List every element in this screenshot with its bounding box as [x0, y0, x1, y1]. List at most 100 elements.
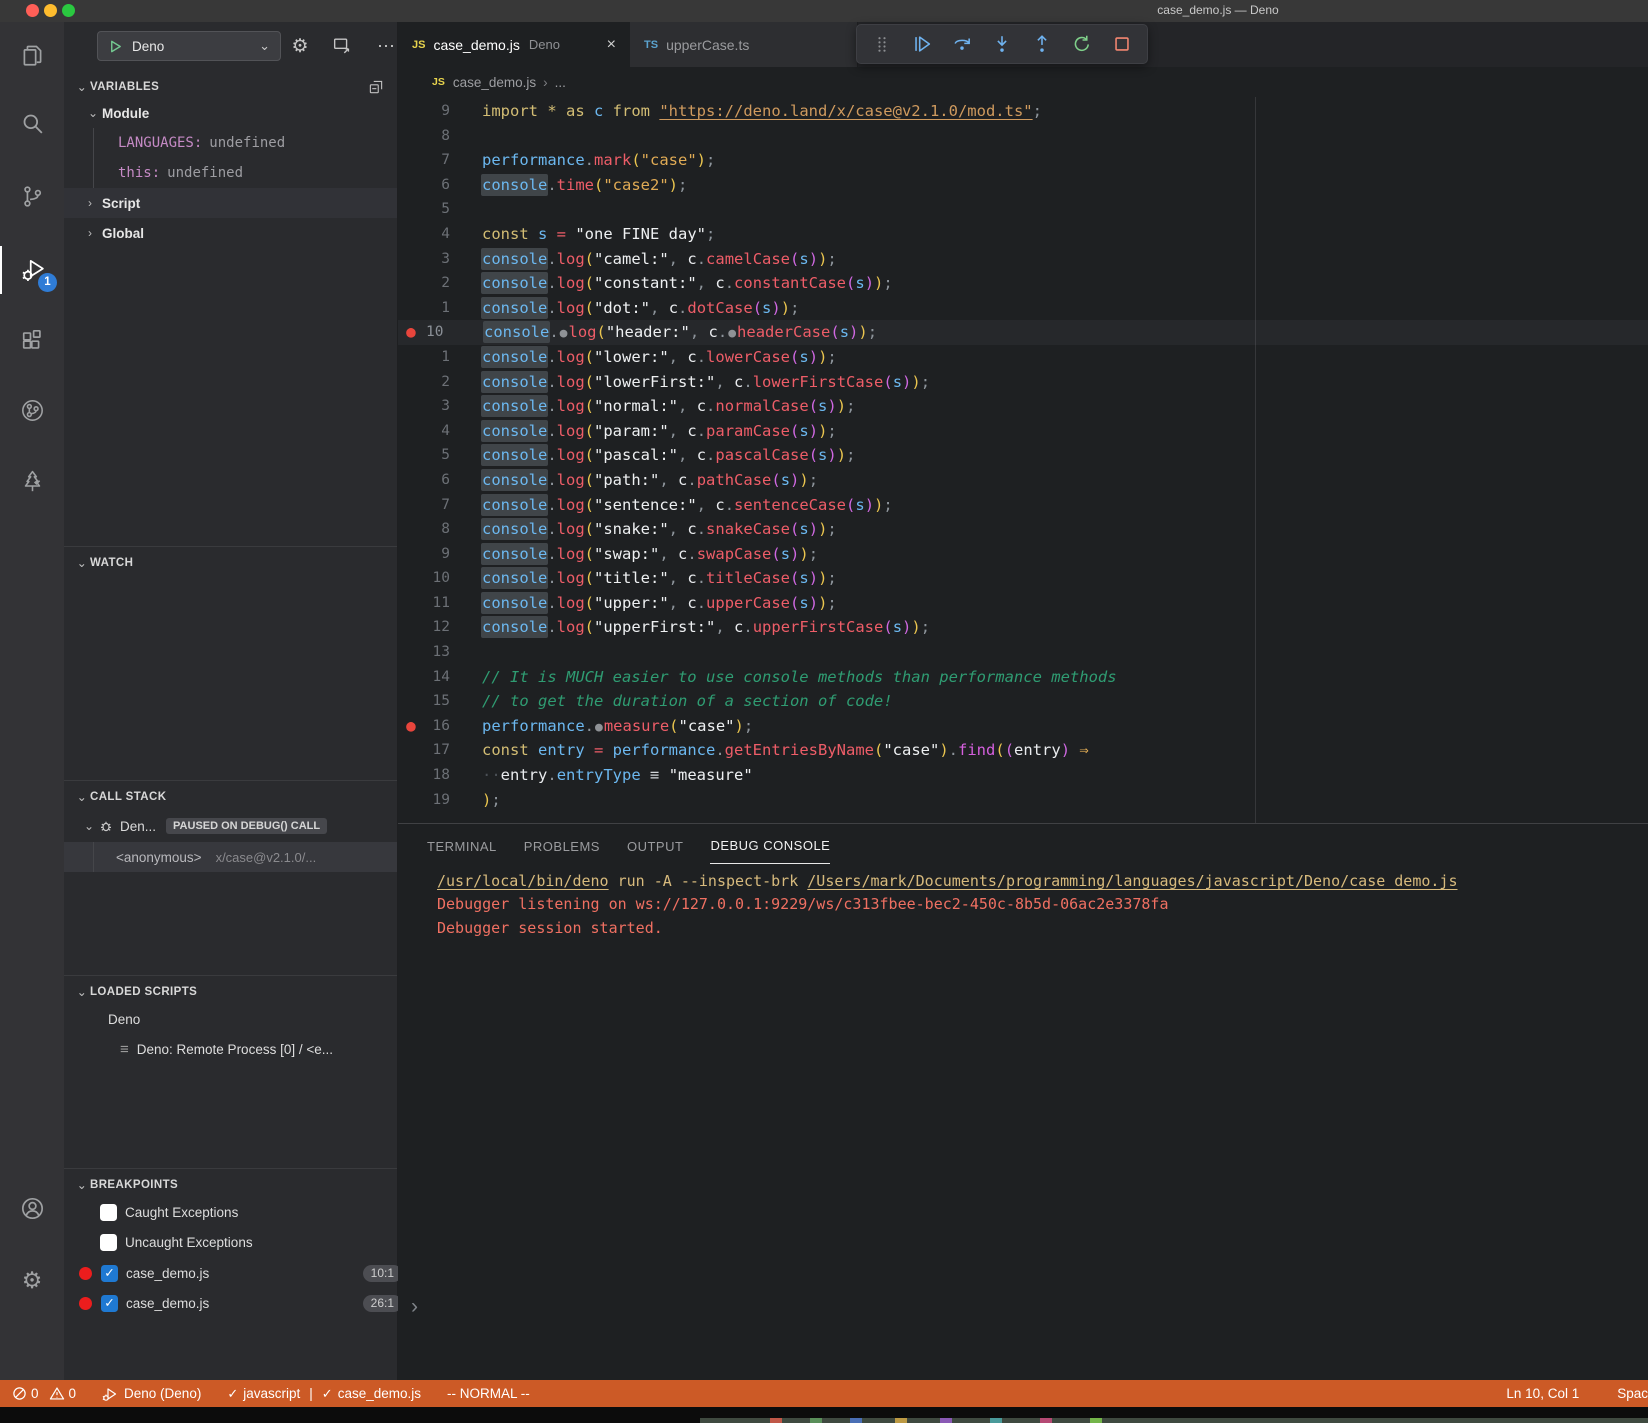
gutter-space[interactable] — [398, 296, 424, 321]
code-line[interactable]: 1console.log("dot:", c.dotCase(s)); — [398, 296, 1648, 321]
gutter-space[interactable] — [398, 124, 424, 149]
start-debug-icon[interactable] — [108, 39, 123, 54]
code-line[interactable]: 18··entry.entryType ≡ "measure" — [398, 763, 1648, 788]
gutter-space[interactable] — [398, 345, 424, 370]
loaded-script-root[interactable]: Deno — [64, 1004, 441, 1034]
tab-uppercase-ts[interactable]: TS upperCase.ts — [630, 22, 858, 67]
gutter-breakpoint-dot[interactable]: ● — [398, 714, 424, 739]
gutter-space[interactable] — [398, 271, 424, 296]
watch-section-header[interactable]: ⌄ WATCH — [64, 550, 397, 576]
code-line[interactable]: 3console.log("camel:", c.camelCase(s)); — [398, 247, 1648, 272]
panel-tab-problems[interactable]: PROBLEMS — [524, 839, 600, 864]
search-icon[interactable] — [0, 99, 64, 147]
code-line[interactable]: 9console.log("swap:", c.swapCase(s)); — [398, 542, 1648, 567]
code-line[interactable]: 15// to get the duration of a section of… — [398, 689, 1648, 714]
code-line[interactable]: 6console.time("case2"); — [398, 173, 1648, 198]
code-line[interactable]: ●16performance.●measure("case"); — [398, 714, 1648, 739]
checkbox-checked[interactable]: ✓ — [101, 1295, 118, 1312]
continue-button[interactable] — [907, 29, 937, 59]
panel-tab-output[interactable]: OUTPUT — [627, 839, 683, 864]
step-over-button[interactable] — [947, 29, 977, 59]
gutter-space[interactable] — [398, 763, 424, 788]
loaded-scripts-section-header[interactable]: ⌄ LOADED SCRIPTS — [64, 979, 397, 1005]
gutter-space[interactable] — [398, 665, 424, 690]
code-line[interactable]: 12console.log("upperFirst:", c.upperFirs… — [398, 615, 1648, 640]
collapse-all-icon[interactable] — [367, 78, 385, 96]
breakpoints-section-header[interactable]: ⌄ BREAKPOINTS — [64, 1172, 397, 1198]
code-line[interactable]: 10console.log("title:", c.titleCase(s)); — [398, 566, 1648, 591]
gutter-space[interactable] — [398, 247, 424, 272]
language-status[interactable]: ✓ javascript | ✓ case_demo.js — [227, 1386, 421, 1402]
gutter-space[interactable] — [398, 640, 424, 665]
breadcrumb-file[interactable]: case_demo.js — [453, 75, 536, 90]
code-line[interactable]: 1console.log("lower:", c.lowerCase(s)); — [398, 345, 1648, 370]
code-line[interactable]: 19); — [398, 788, 1648, 813]
step-out-button[interactable] — [1027, 29, 1057, 59]
indentation-status[interactable]: Spac — [1617, 1386, 1648, 1401]
gutter-space[interactable] — [398, 517, 424, 542]
console-link[interactable]: /Users/mark/Documents/programming/langua… — [807, 872, 1457, 890]
code-line[interactable]: 14// It is MUCH easier to use console me… — [398, 665, 1648, 690]
checkbox-checked[interactable]: ✓ — [101, 1265, 118, 1282]
code-line[interactable]: 7performance.mark("case"); — [398, 148, 1648, 173]
variable-row[interactable]: this: undefined — [64, 158, 451, 188]
code-line[interactable]: 2console.log("lowerFirst:", c.lowerFirst… — [398, 370, 1648, 395]
gutter-space[interactable] — [398, 566, 424, 591]
code-line[interactable]: 13 — [398, 640, 1648, 665]
run-and-debug-icon[interactable]: 1 — [0, 246, 66, 294]
debug-console-icon[interactable] — [330, 34, 354, 58]
code-line[interactable]: 5 — [398, 197, 1648, 222]
tree-item-module[interactable]: ⌄ Module — [64, 98, 397, 128]
panel-tab-debug-console[interactable]: DEBUG CONSOLE — [710, 838, 830, 864]
gutter-breakpoint-dot[interactable]: ● — [398, 320, 424, 345]
code-line[interactable]: 17const entry = performance.getEntriesBy… — [398, 738, 1648, 763]
loaded-script-item[interactable]: ≡ Deno: Remote Process [0] / <e... — [64, 1034, 453, 1064]
code-line-current[interactable]: ●10console.●log("header:", c.●headerCase… — [398, 320, 1648, 345]
checkbox-unchecked[interactable] — [100, 1204, 117, 1221]
more-actions-icon[interactable]: ⋯ — [374, 34, 398, 58]
gutter-space[interactable] — [398, 99, 424, 124]
console-link[interactable]: /usr/local/bin/deno — [437, 872, 609, 890]
step-into-button[interactable] — [987, 29, 1017, 59]
code-line[interactable]: 2console.log("constant:", c.constantCase… — [398, 271, 1648, 296]
gutter-space[interactable] — [398, 148, 424, 173]
accounts-icon[interactable] — [0, 1184, 64, 1232]
gutter-space[interactable] — [398, 493, 424, 518]
gutter-space[interactable] — [398, 591, 424, 616]
zoom-window-button[interactable] — [62, 4, 75, 17]
code-line[interactable]: 8 — [398, 124, 1648, 149]
source-control-icon[interactable] — [0, 172, 64, 220]
tree-item-script[interactable]: › Script — [64, 188, 397, 218]
checkbox-unchecked[interactable] — [100, 1234, 117, 1251]
breakpoint-row[interactable]: ✓ case_demo.js 26:1 — [64, 1288, 412, 1318]
code-line[interactable]: 4const s = "one FINE day"; — [398, 222, 1648, 247]
code-line[interactable]: 9import * as c from "https://deno.land/x… — [398, 99, 1648, 124]
breakpoint-row[interactable]: ✓ case_demo.js 10:1 — [64, 1258, 412, 1288]
manage-gear-icon[interactable]: ⚙ — [0, 1256, 64, 1304]
variables-section-header[interactable]: ⌄ VARIABLES — [64, 74, 397, 100]
testing-tree-icon[interactable] — [0, 457, 64, 505]
launch-config-select[interactable]: Deno ⌄ — [97, 31, 281, 61]
remote-explorer-icon[interactable] — [0, 386, 64, 434]
code-line[interactable]: 11console.log("upper:", c.upperCase(s)); — [398, 591, 1648, 616]
restart-button[interactable] — [1067, 29, 1097, 59]
breadcrumb[interactable]: JS case_demo.js › ... — [398, 67, 1648, 97]
gutter-space[interactable] — [398, 394, 424, 419]
extensions-icon[interactable] — [0, 316, 64, 364]
gutter-space[interactable] — [398, 615, 424, 640]
gutter-space[interactable] — [398, 222, 424, 247]
code-line[interactable]: 4console.log("param:", c.paramCase(s)); — [398, 419, 1648, 444]
minimize-window-button[interactable] — [44, 4, 57, 17]
debug-target-status[interactable]: Deno (Deno) — [102, 1386, 201, 1402]
stop-button[interactable] — [1107, 29, 1137, 59]
gutter-space[interactable] — [398, 738, 424, 763]
gutter-space[interactable] — [398, 197, 424, 222]
uncaught-exceptions-row[interactable]: Uncaught Exceptions — [64, 1227, 433, 1257]
repl-prompt-chevron[interactable]: › — [411, 1295, 418, 1319]
debug-session-row[interactable]: ⌄ Den... PAUSED ON DEBUG() CALL — [64, 812, 397, 840]
gutter-space[interactable] — [398, 173, 424, 198]
launch-settings-gear-icon[interactable]: ⚙ — [288, 34, 312, 58]
tree-item-global[interactable]: › Global — [64, 218, 397, 248]
call-stack-section-header[interactable]: ⌄ CALL STACK — [64, 784, 397, 810]
gutter-space[interactable] — [398, 370, 424, 395]
